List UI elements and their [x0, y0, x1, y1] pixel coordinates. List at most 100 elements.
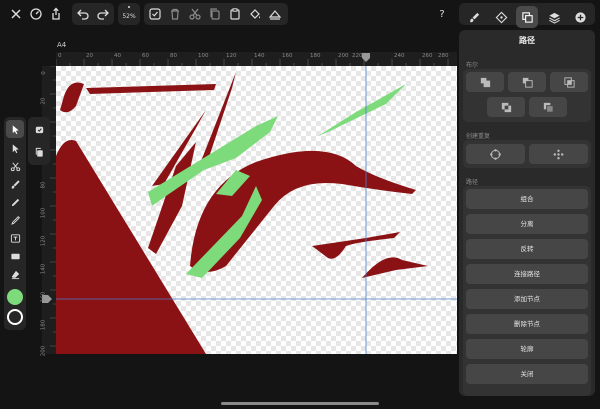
close-path-button[interactable]: 关闭 [466, 364, 588, 384]
clipboard-icon [230, 8, 240, 20]
share-button[interactable] [48, 4, 64, 24]
tab-path[interactable] [516, 6, 538, 28]
drawing-canvas[interactable] [56, 66, 457, 354]
tab-layers[interactable] [543, 6, 565, 28]
sub-tools-panel [28, 117, 50, 165]
tool-direct-select[interactable] [6, 139, 24, 157]
top-toolbar: 52% ? [0, 0, 600, 28]
red-stroke-long[interactable] [86, 84, 216, 94]
document-name: A4 [57, 41, 67, 49]
boolean-union-button[interactable] [466, 72, 504, 92]
tool-rectangle[interactable] [6, 247, 24, 265]
text-icon [10, 233, 20, 243]
edit-group [144, 3, 288, 25]
ruler-label-h: 60 [142, 53, 149, 59]
undo-button[interactable] [75, 4, 91, 24]
pencil-icon [10, 215, 20, 225]
brush-icon [11, 179, 20, 189]
red-wave[interactable] [312, 232, 400, 259]
copy-button[interactable] [207, 4, 223, 24]
red-shape-top-left[interactable] [60, 82, 84, 113]
tool-pen[interactable] [6, 193, 24, 211]
red-triangle-right[interactable] [362, 257, 428, 278]
tool-eraser[interactable] [6, 265, 24, 283]
fill-color-swatch[interactable] [7, 289, 23, 305]
help-label: ? [439, 8, 445, 20]
history-group [72, 3, 114, 25]
tools-panel [4, 117, 26, 330]
tool-text[interactable] [6, 229, 24, 247]
duplicate-icon [35, 147, 43, 157]
select-all-button[interactable] [147, 4, 163, 24]
repeat-radial-button[interactable] [466, 144, 525, 164]
redo-button[interactable] [95, 4, 111, 24]
paint-bucket-icon [250, 9, 260, 19]
tool-pencil[interactable] [6, 211, 24, 229]
delete-button[interactable] [167, 4, 183, 24]
layers-icon [548, 12, 560, 24]
ruler-label-h: 40 [114, 53, 121, 59]
subtool-duplicate[interactable] [30, 143, 48, 161]
boolean-section [463, 69, 591, 122]
eraser-icon [11, 270, 19, 279]
ruler-label-h: 80 [170, 53, 177, 59]
stroke-color-swatch[interactable] [7, 309, 23, 325]
boolean-exclude-button[interactable] [487, 97, 525, 117]
ruler-label-h: 220 [352, 53, 363, 59]
join-paths-button[interactable]: 连接路径 [466, 264, 588, 284]
ruler-label-h: 180 [310, 53, 321, 59]
settings-button[interactable] [28, 4, 44, 24]
checkbox-icon [149, 8, 161, 20]
inspector-tabs [459, 3, 595, 28]
fill-button[interactable] [247, 4, 263, 24]
boolean-section-label: 布尔 [466, 62, 479, 69]
repeat-grid-button[interactable] [529, 144, 588, 164]
reverse-button[interactable]: 反转 [466, 239, 588, 259]
close-button[interactable] [8, 4, 24, 24]
boolean-subtract-button[interactable] [508, 72, 546, 92]
ruler-label-h: 200 [338, 53, 349, 59]
tool-brush[interactable] [6, 175, 24, 193]
tab-add[interactable] [569, 6, 591, 28]
ruler-label-v: 0 [40, 71, 47, 75]
add-node-button[interactable]: 添加节点 [466, 289, 588, 309]
combine-button[interactable]: 组合 [466, 189, 588, 209]
tool-node[interactable] [6, 157, 24, 175]
exclude-icon [501, 102, 511, 112]
home-indicator[interactable] [221, 402, 379, 405]
delete-node-button[interactable]: 删除节点 [466, 314, 588, 334]
boolean-divide-button[interactable] [529, 97, 567, 117]
tab-style[interactable] [463, 6, 485, 28]
ruler-label-v: 120 [40, 235, 47, 247]
vertical-ruler-labels: 0 20 40 60 80 100 120 140 160 180 200 [40, 66, 50, 357]
path-panel: 路径 布尔 创建重复 路径 组合 分离 反转 连接路径 添加节点 删除节点 轮廓… [459, 30, 595, 396]
horizontal-ruler-labels: 0 20 40 60 80 100 120 140 160 180 200 22… [56, 52, 457, 60]
transform-icon [495, 11, 507, 23]
copy-icon [210, 8, 220, 20]
paste-button[interactable] [227, 4, 243, 24]
green-shape-top-right[interactable] [318, 84, 406, 136]
ruler-label-h: 100 [198, 53, 209, 59]
path-section: 组合 分离 反转 连接路径 添加节点 删除节点 轮廓 关闭 [463, 186, 591, 396]
tab-transform[interactable] [490, 6, 512, 28]
subtract-icon [522, 77, 533, 88]
zoom-level[interactable]: 52% [118, 3, 140, 25]
cut-button[interactable] [187, 4, 203, 24]
boolean-intersect-button[interactable] [550, 72, 588, 92]
help-button[interactable]: ? [434, 4, 450, 24]
subtool-select-group[interactable] [30, 120, 48, 138]
tool-select[interactable] [6, 120, 24, 138]
zoom-dot-icon [128, 6, 130, 8]
intersect-icon [563, 76, 575, 88]
ruler-label-v: 180 [40, 319, 47, 331]
select-box-icon [35, 126, 43, 133]
separate-button[interactable]: 分离 [466, 214, 588, 234]
erase-fill-button[interactable] [267, 4, 283, 24]
create-section [463, 140, 591, 168]
arrow-cursor-icon [12, 124, 19, 134]
grid-repeat-icon [553, 149, 564, 159]
outline-button[interactable]: 轮廓 [466, 339, 588, 359]
ruler-label-v: 200 [40, 345, 47, 357]
create-section-label: 创建重复 [466, 133, 491, 140]
pen-icon [11, 198, 19, 206]
